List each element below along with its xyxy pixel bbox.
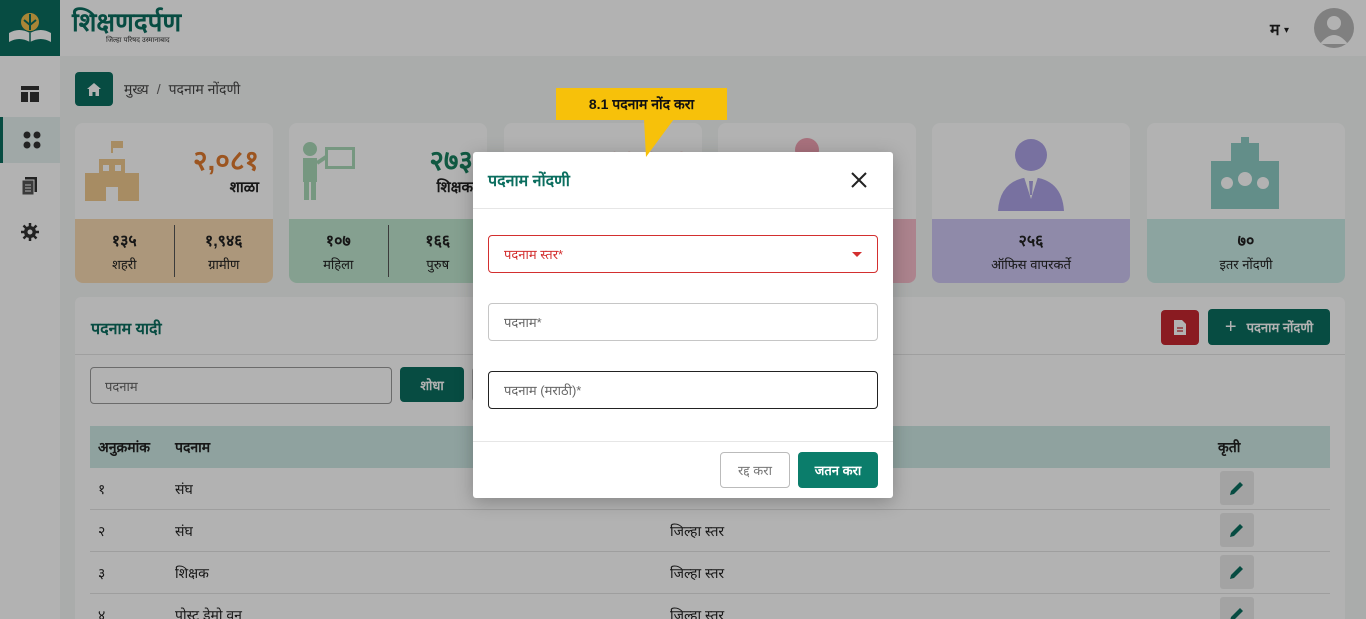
designation-name-label: पदनाम* <box>504 315 542 330</box>
designation-marathi-label: पदनाम (मराठी)* <box>504 383 582 398</box>
dialog-footer-divider <box>473 441 893 442</box>
callout-pointer <box>644 119 674 157</box>
designation-name-field[interactable]: पदनाम* <box>488 303 878 341</box>
designation-marathi-field[interactable]: पदनाम (मराठी)* <box>488 371 878 409</box>
close-button[interactable] <box>849 170 869 190</box>
designation-level-select[interactable]: पदनाम स्तर* <box>488 235 878 273</box>
close-icon <box>851 172 867 188</box>
dialog-title: पदनाम नोंदणी <box>488 173 570 190</box>
tutorial-callout: 8.1 पदनाम नोंद करा <box>556 88 727 120</box>
dropdown-arrow-icon <box>852 252 862 257</box>
cancel-button[interactable]: रद्द करा <box>720 452 790 488</box>
dialog-divider <box>473 208 893 209</box>
designation-level-label: पदनाम स्तर* <box>504 247 564 262</box>
save-button[interactable]: जतन करा <box>798 452 878 488</box>
designation-registration-dialog: पदनाम नोंदणी पदनाम स्तर* पदनाम* पदनाम (म… <box>473 152 893 498</box>
